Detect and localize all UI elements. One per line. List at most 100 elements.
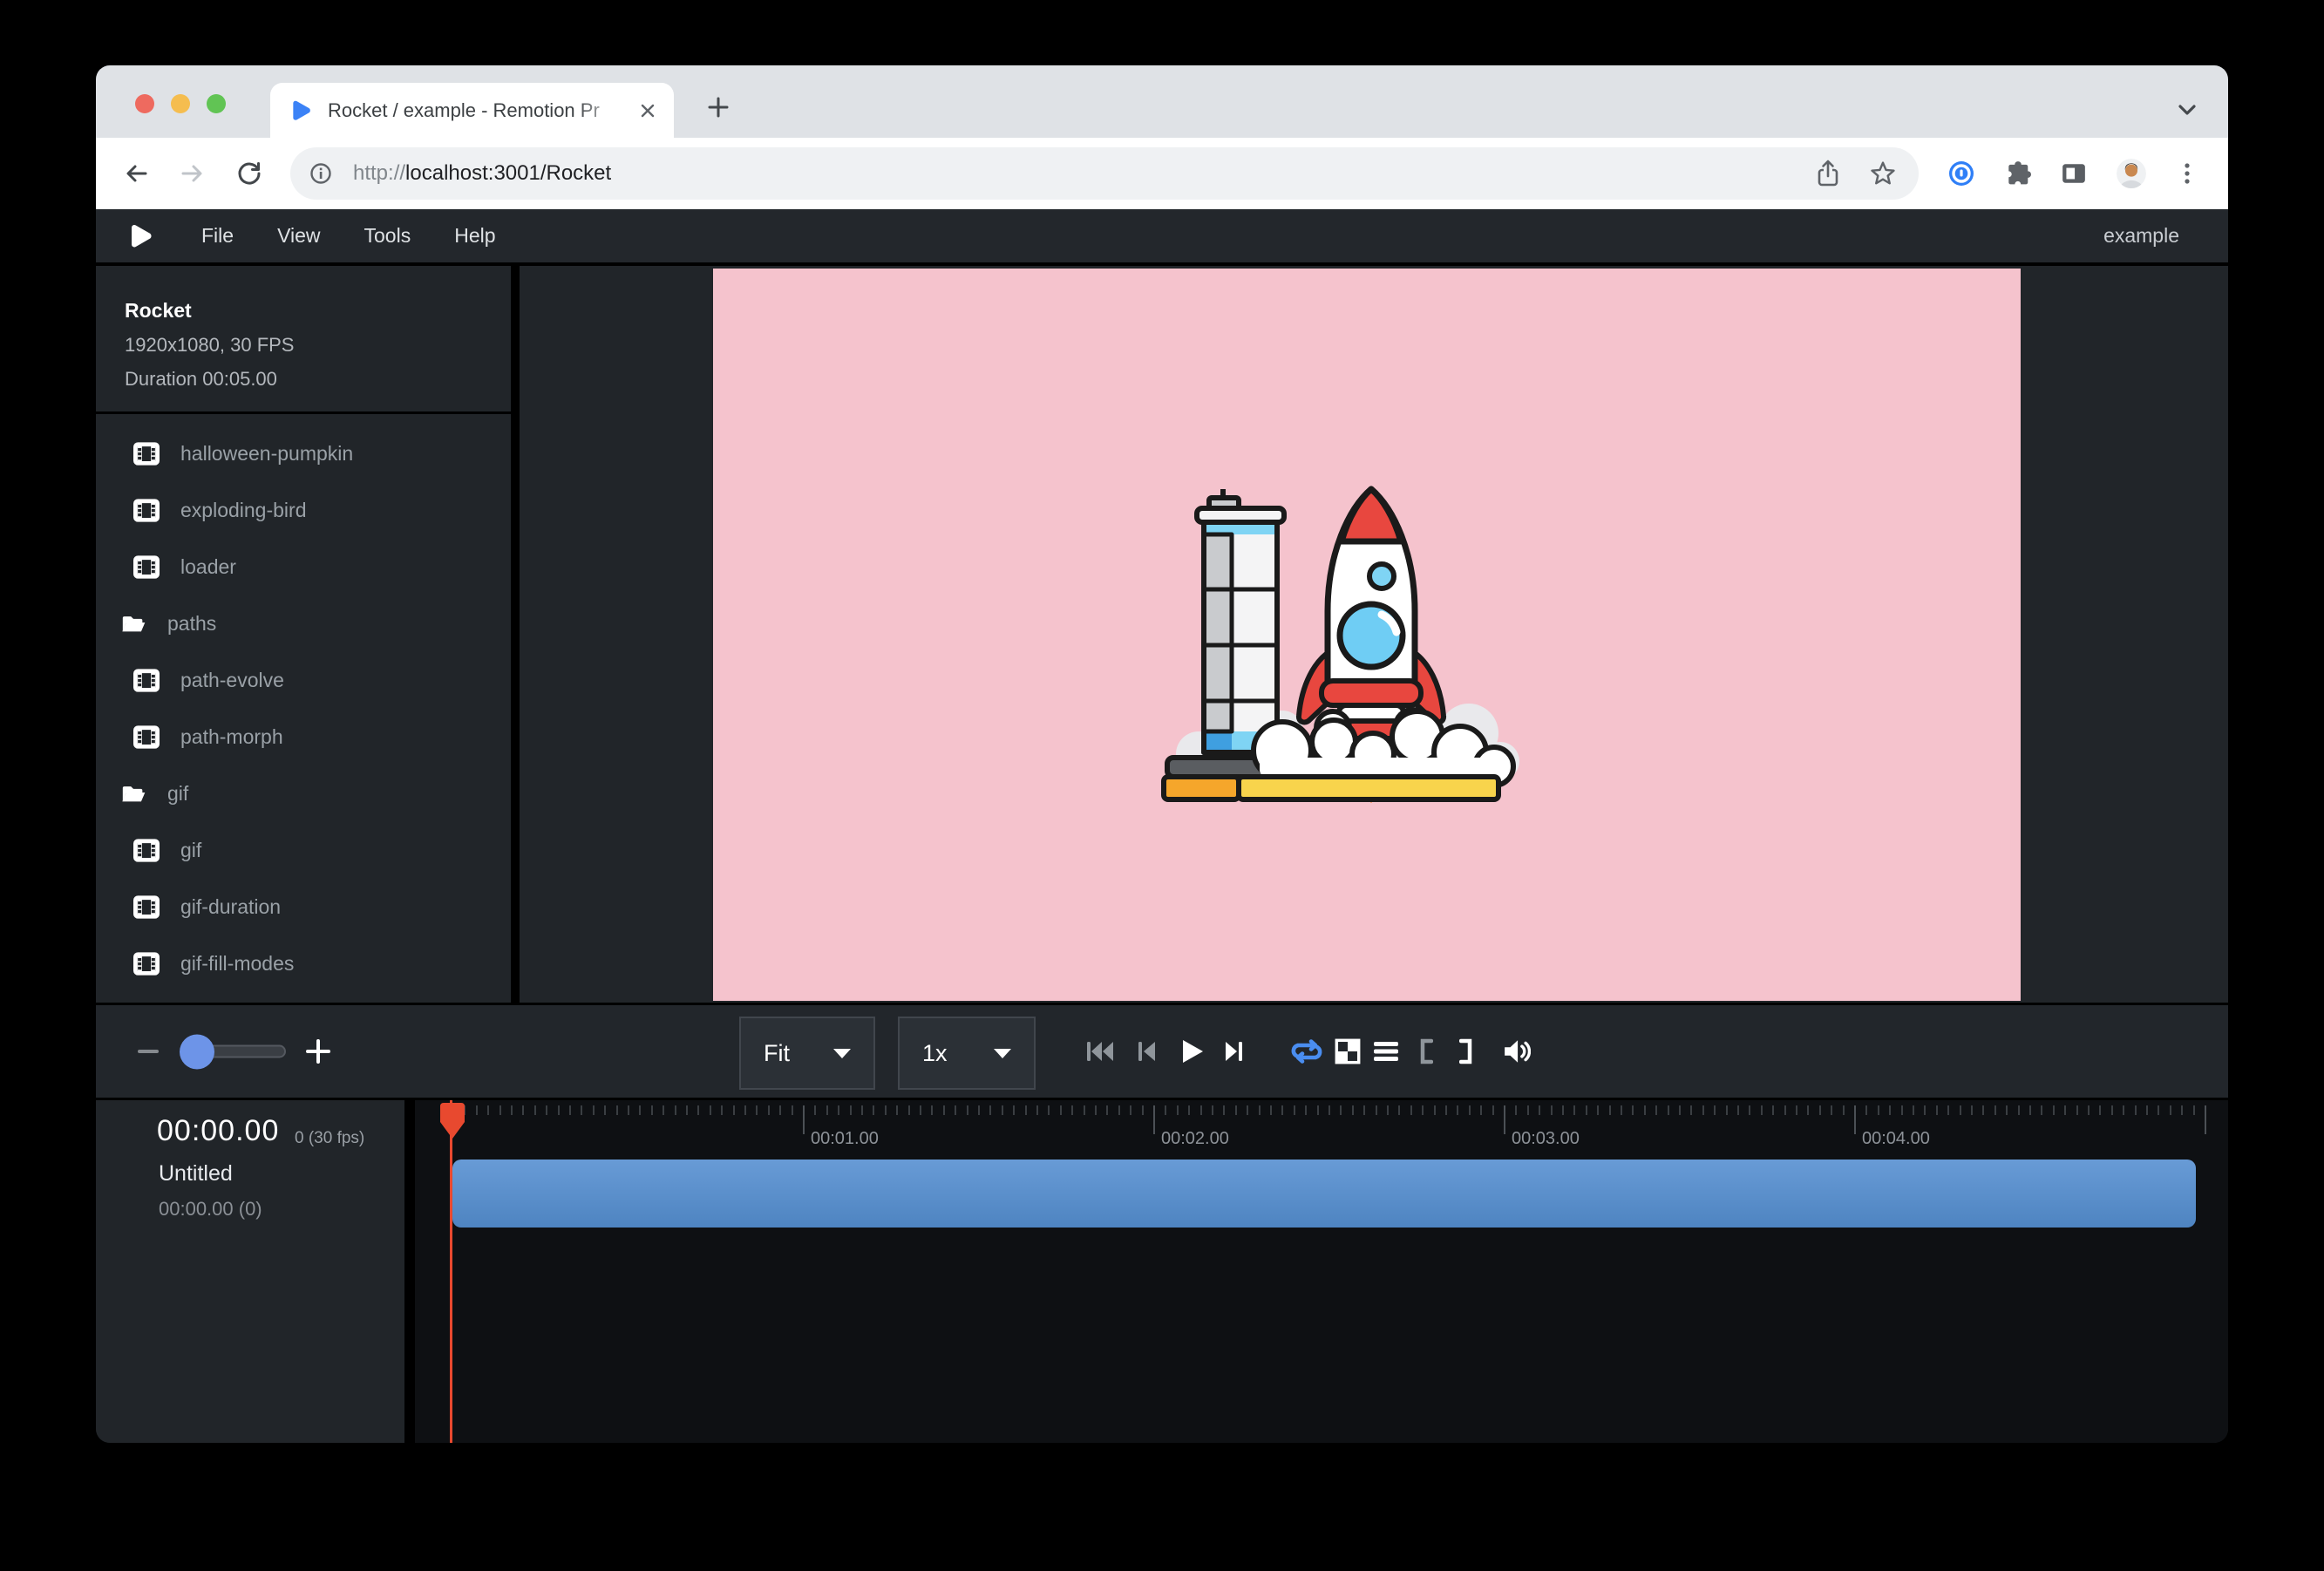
menu-tools[interactable]: Tools	[343, 209, 433, 262]
sidebar-item-gif-fill-modes[interactable]: gif-fill-modes	[96, 935, 511, 992]
in-point-bracket-button[interactable]	[1419, 1038, 1433, 1064]
ruler-tick	[1562, 1105, 1564, 1115]
ruler-tick	[569, 1105, 571, 1115]
ruler-tick	[1749, 1105, 1750, 1115]
browser-menu-icon[interactable]	[2176, 160, 2198, 187]
timeline-rows-button[interactable]	[1372, 1039, 1400, 1064]
sidebar-folder-gif[interactable]: gif	[96, 765, 511, 822]
ruler-tick	[1971, 1105, 1973, 1115]
window-zoom-button[interactable]	[207, 94, 226, 113]
ruler-tick	[1679, 1105, 1681, 1115]
composition-label: path-morph	[180, 725, 283, 749]
ruler-tick	[710, 1105, 711, 1115]
sidebar-extension-icon[interactable]	[2061, 160, 2087, 187]
ruler-second-label: 00:02.00	[1161, 1129, 1229, 1149]
current-timecode: 00:00.00	[157, 1114, 279, 1148]
playback-speed-select[interactable]: 1x	[898, 1017, 1036, 1090]
bookmark-star-icon[interactable]	[1870, 160, 1896, 187]
sidebar-item-loader[interactable]: loader	[96, 539, 511, 595]
ruler-tick	[1445, 1105, 1447, 1115]
ruler-tick	[1036, 1105, 1038, 1115]
ruler-tick	[1188, 1105, 1190, 1115]
zoom-in-button[interactable]	[305, 1038, 331, 1064]
ruler-tick	[1819, 1105, 1821, 1115]
ruler-tick	[663, 1105, 664, 1115]
ruler-tick	[744, 1105, 746, 1115]
ruler-tick	[814, 1105, 816, 1115]
ruler-tick	[1889, 1105, 1891, 1115]
address-bar[interactable]: http://localhost:3001/Rocket	[290, 147, 1919, 200]
out-point-bracket-button[interactable]	[1459, 1038, 1473, 1064]
ruler-tick	[1340, 1105, 1342, 1115]
ruler-tick	[2146, 1105, 2148, 1115]
menu-view[interactable]: View	[255, 209, 342, 262]
play-button[interactable]	[1179, 1037, 1206, 1065]
composition-label: gif-duration	[180, 895, 281, 919]
ruler-tick	[1223, 1105, 1225, 1115]
track-name: Untitled	[159, 1161, 233, 1187]
ruler-tick	[721, 1105, 723, 1115]
window-minimize-button[interactable]	[171, 94, 190, 113]
tab-close-icon[interactable]	[637, 100, 658, 121]
sidebar-item-gif[interactable]: gif	[96, 822, 511, 879]
window-close-button[interactable]	[135, 94, 154, 113]
extensions-puzzle-icon[interactable]	[2005, 160, 2031, 187]
sidebar-item-path-evolve[interactable]: path-evolve	[96, 652, 511, 709]
url-text[interactable]: http://localhost:3001/Rocket	[353, 161, 611, 186]
sidebar-item-exploding-bird[interactable]: exploding-bird	[96, 482, 511, 539]
ruler-tick	[1504, 1105, 1505, 1134]
ruler-tick	[628, 1105, 629, 1115]
ruler-tick	[1212, 1105, 1213, 1115]
composition-label: loader	[180, 555, 236, 579]
ruler-tick	[756, 1105, 758, 1115]
composition-list: halloween-pumpkin exploding-bird	[96, 425, 511, 992]
sidebar-item-path-morph[interactable]: path-morph	[96, 709, 511, 765]
ruler-tick	[1376, 1105, 1377, 1115]
ruler-tick	[896, 1105, 898, 1115]
zoom-out-button[interactable]	[136, 1039, 160, 1064]
playback-toolbar: Fit 1x	[96, 1003, 2228, 1100]
sidebar-item-halloween-pumpkin[interactable]: halloween-pumpkin	[96, 425, 511, 482]
playhead-handle[interactable]	[438, 1102, 466, 1140]
onepassword-extension-icon[interactable]	[1947, 160, 1975, 187]
ruler-tick	[1609, 1105, 1611, 1115]
chevron-down-icon	[994, 1049, 1011, 1058]
menu-file[interactable]: File	[180, 209, 255, 262]
browser-tab[interactable]: Rocket / example - Remotion Pr	[270, 83, 674, 138]
ruler-tick	[2053, 1105, 2055, 1115]
new-tab-button[interactable]	[706, 95, 730, 119]
ruler-tick	[1936, 1105, 1938, 1115]
ruler-tick	[487, 1105, 489, 1115]
composition-label: gif	[180, 839, 201, 862]
forward-button[interactable]	[180, 160, 206, 187]
ruler-tick	[885, 1105, 887, 1115]
next-frame-button[interactable]	[1223, 1040, 1244, 1063]
previous-frame-button[interactable]	[1137, 1040, 1158, 1063]
sidebar-folder-paths[interactable]: paths	[96, 595, 511, 652]
volume-button[interactable]	[1503, 1038, 1531, 1064]
skip-to-start-button[interactable]	[1085, 1040, 1115, 1063]
timeline-track-bar[interactable]	[452, 1160, 2196, 1228]
sidebar-item-gif-duration[interactable]: gif-duration	[96, 879, 511, 935]
ruler-tick	[1854, 1105, 1856, 1134]
timeline-zoom-slider[interactable]	[181, 1045, 286, 1058]
ruler-tick	[1865, 1105, 1867, 1115]
open-folder-icon	[120, 782, 146, 806]
video-canvas[interactable]	[713, 269, 2021, 1001]
reload-button[interactable]	[236, 160, 262, 187]
menu-help[interactable]: Help	[432, 209, 517, 262]
ruler-tick	[1668, 1105, 1669, 1115]
site-info-icon[interactable]	[309, 162, 332, 185]
share-icon[interactable]	[1816, 160, 1840, 187]
canvas-size-select[interactable]: Fit	[739, 1017, 875, 1090]
ruler-tick	[1480, 1105, 1482, 1115]
ruler-tick	[2029, 1105, 2031, 1115]
loop-toggle-button[interactable]	[1290, 1038, 1323, 1064]
browser-window: Rocket / example - Remotion Pr	[96, 65, 2228, 1443]
tab-search-chevron-icon[interactable]	[2178, 104, 2197, 116]
remotion-logo-icon[interactable]	[127, 223, 153, 249]
back-button[interactable]	[123, 160, 149, 187]
zoom-slider-knob[interactable]	[180, 1034, 214, 1069]
profile-avatar[interactable]	[2117, 159, 2146, 188]
transparency-checkerboard-button[interactable]	[1335, 1038, 1361, 1064]
